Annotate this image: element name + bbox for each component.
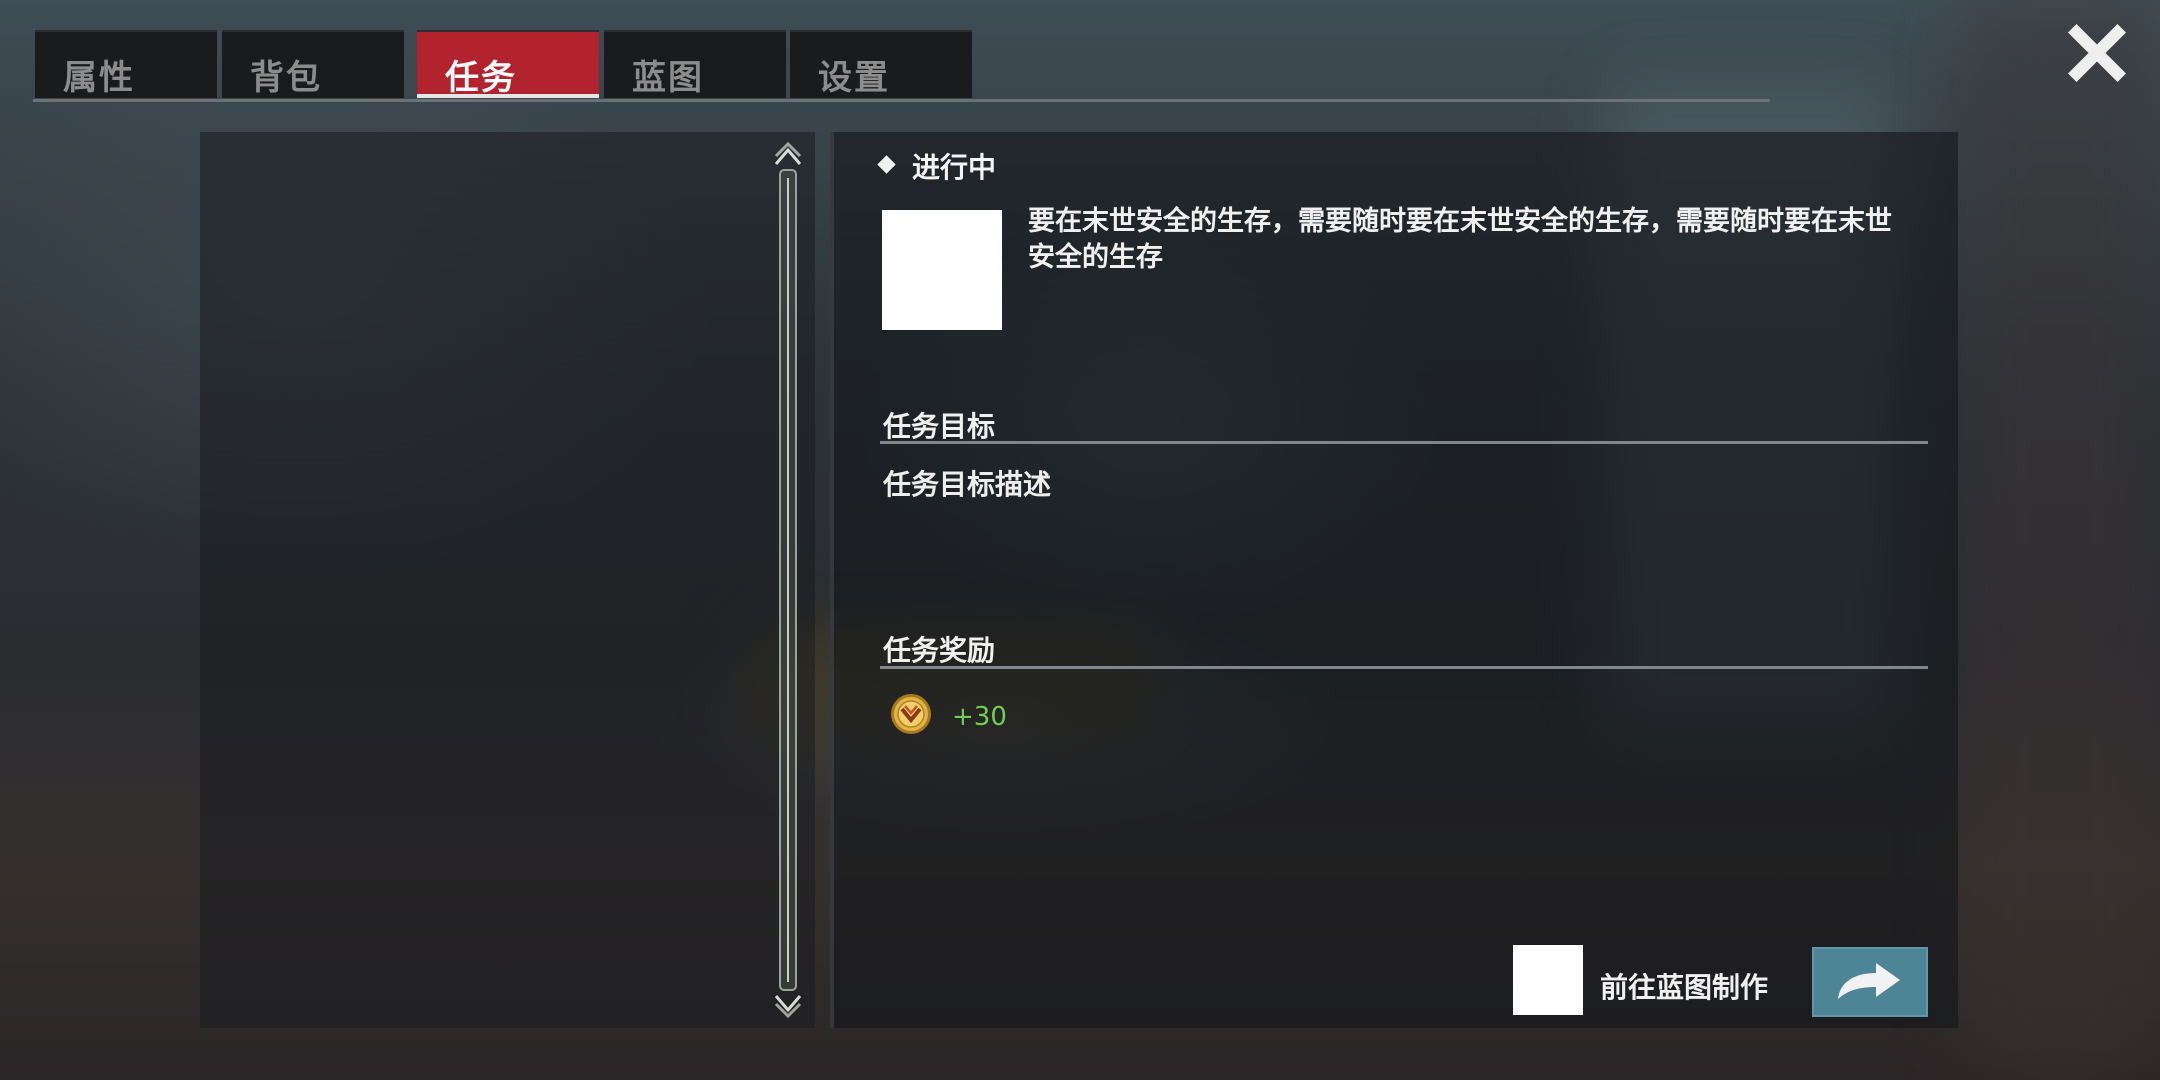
tab-label: 背包 bbox=[250, 58, 322, 98]
close-button[interactable] bbox=[2066, 22, 2128, 84]
tab-divider bbox=[33, 99, 1770, 102]
close-x-icon bbox=[2068, 24, 2126, 82]
tab-quests[interactable]: 任务 bbox=[417, 30, 599, 98]
quest-image bbox=[882, 210, 1002, 330]
reward-section-title: 任务奖励 bbox=[883, 634, 996, 667]
blueprint-image bbox=[1513, 945, 1583, 1015]
goal-section-divider bbox=[880, 441, 1928, 444]
background-wall bbox=[1960, 0, 2160, 1080]
quest-status-text: 进行中 bbox=[912, 151, 997, 184]
goto-blueprint-label: 前往蓝图制作 bbox=[1600, 971, 1769, 1004]
tab-blueprints[interactable]: 蓝图 bbox=[604, 30, 786, 98]
reward-section-divider bbox=[880, 666, 1928, 669]
tab-attributes[interactable]: 属性 bbox=[35, 30, 217, 98]
quest-description: 要在末世安全的生存，需要随时要在末世安全的生存，需要随时要在末世安全的生存 bbox=[1028, 206, 1892, 273]
tab-label: 设置 bbox=[818, 58, 890, 98]
tab-settings[interactable]: 设置 bbox=[790, 30, 972, 98]
reward-amount: +30 bbox=[952, 702, 1007, 732]
goal-section-title: 任务目标 bbox=[883, 410, 996, 443]
tab-label: 属性 bbox=[63, 58, 135, 98]
goto-blueprint-button[interactable] bbox=[1812, 947, 1928, 1017]
quest-list-scrollbar[interactable] bbox=[768, 140, 808, 1020]
gold-medal-coin-icon bbox=[890, 693, 932, 735]
goal-description: 任务目标描述 bbox=[883, 468, 1052, 501]
tab-backpack[interactable]: 背包 bbox=[222, 30, 404, 98]
tab-label: 任务 bbox=[445, 58, 517, 98]
arrow-redirect-icon bbox=[1838, 963, 1900, 999]
tab-label: 蓝图 bbox=[632, 58, 704, 98]
quest-list-panel bbox=[200, 132, 815, 1028]
